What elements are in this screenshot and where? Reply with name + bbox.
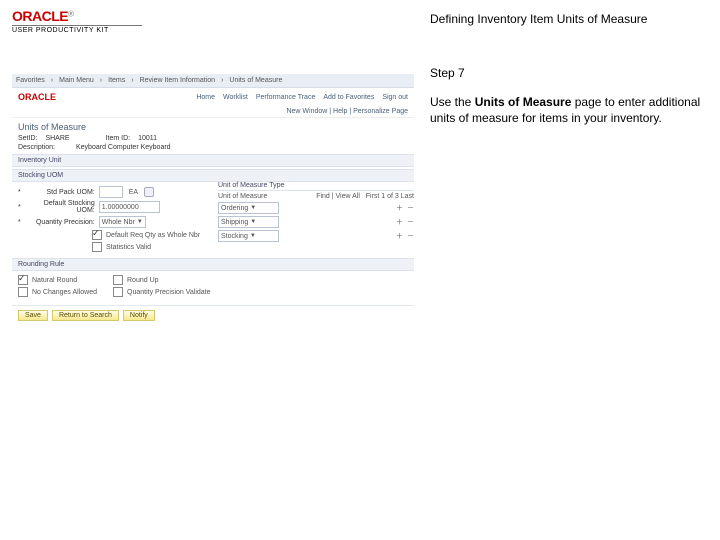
- uom-column-label: Unit of Measure: [218, 193, 267, 200]
- inventory-unit-header: Inventory Unit: [12, 154, 414, 167]
- statistics-valid-checkbox[interactable]: [92, 242, 102, 252]
- round-up-checkbox[interactable]: [113, 275, 123, 285]
- embedded-app-screenshot: Favorites › Main Menu › Items › Review I…: [12, 74, 414, 325]
- oracle-wordmark: ORACLE: [12, 8, 68, 24]
- link-perf-trace[interactable]: Performance Trace: [256, 94, 316, 101]
- tab-favorites[interactable]: Favorites: [16, 77, 45, 84]
- upk-subtitle: USER PRODUCTIVITY KIT: [12, 25, 142, 34]
- tutorial-title: Defining Inventory Item Units of Measure: [430, 12, 708, 26]
- tab-items[interactable]: Items: [108, 77, 125, 84]
- no-changes-label: No Changes Allowed: [32, 289, 97, 296]
- link-worklist[interactable]: Worklist: [223, 94, 248, 101]
- uom-type-header: Unit of Measure Type: [218, 182, 284, 189]
- tab-review-item[interactable]: Review Item Information: [140, 77, 215, 84]
- rounding-rule-header: Rounding Rule: [12, 258, 414, 271]
- round-up-label: Round Up: [127, 277, 159, 284]
- itemid-value: 10011: [138, 135, 157, 142]
- pager[interactable]: First 1 of 3 Last: [366, 193, 414, 200]
- uom-row-1[interactable]: Ordering▼: [218, 202, 279, 214]
- qty-prec-select[interactable]: Whole Nbr▼: [99, 216, 146, 228]
- std-pack-label: Std Pack UOM:: [25, 189, 95, 196]
- std-pack-input[interactable]: [99, 186, 123, 198]
- save-button[interactable]: Save: [18, 310, 48, 321]
- setid-value: SHARE: [45, 135, 69, 142]
- breadcrumb-tabs: Favorites › Main Menu › Items › Review I…: [12, 74, 414, 88]
- page-tools[interactable]: New Window | Help | Personalize Page: [12, 106, 414, 118]
- notify-button[interactable]: Notify: [123, 310, 155, 321]
- def-stock-input[interactable]: 1.00000000: [99, 201, 160, 213]
- stocking-uom-header: Stocking UOM: [12, 169, 414, 182]
- setid-label: SetID:: [18, 135, 37, 142]
- link-signout[interactable]: Sign out: [382, 94, 408, 101]
- app-brand: ORACLE: [18, 92, 56, 102]
- step-instruction: Use the Units of Measure page to enter a…: [430, 94, 708, 126]
- step-number: Step 7: [430, 66, 708, 80]
- default-req-qty-checkbox[interactable]: [92, 230, 102, 240]
- uom-row-3[interactable]: Stocking▼: [218, 230, 279, 242]
- del-row-icon[interactable]: －: [407, 203, 414, 213]
- tab-units-of-measure[interactable]: Units of Measure: [229, 77, 282, 84]
- desc-label: Description:: [18, 144, 68, 151]
- qty-prec-validate-label: Quantity Precision Validate: [127, 289, 211, 296]
- page-title: Units of Measure: [12, 118, 414, 134]
- uom-row-2[interactable]: Shipping▼: [218, 216, 279, 228]
- oracle-upk-logo: ORACLE® USER PRODUCTIVITY KIT: [12, 8, 414, 34]
- lookup-icon[interactable]: [144, 187, 154, 197]
- natural-round-checkbox[interactable]: [18, 275, 28, 285]
- natural-round-label: Natural Round: [32, 277, 77, 284]
- link-add-fav[interactable]: Add to Favorites: [323, 94, 374, 101]
- chevron-down-icon: ▼: [137, 219, 143, 225]
- qty-prec-label: Quantity Precision:: [25, 219, 95, 226]
- default-req-qty-label: Default Req Qty as Whole Nbr: [106, 232, 200, 239]
- def-stock-label: Default Stocking UOM:: [25, 200, 95, 214]
- qty-prec-validate-checkbox[interactable]: [113, 287, 123, 297]
- find-link[interactable]: Find | View All: [316, 193, 360, 200]
- desc-value: Keyboard Computer Keyboard: [76, 144, 171, 151]
- itemid-label: Item ID:: [106, 135, 131, 142]
- statistics-valid-label: Statistics Valid: [106, 244, 151, 251]
- return-search-button[interactable]: Return to Search: [52, 310, 119, 321]
- no-changes-checkbox[interactable]: [18, 287, 28, 297]
- link-home[interactable]: Home: [196, 94, 215, 101]
- std-pack-value: EA: [129, 189, 138, 196]
- add-row-icon[interactable]: ＋: [396, 203, 403, 213]
- tab-main-menu[interactable]: Main Menu: [59, 77, 94, 84]
- trademark-symbol: ®: [68, 9, 74, 18]
